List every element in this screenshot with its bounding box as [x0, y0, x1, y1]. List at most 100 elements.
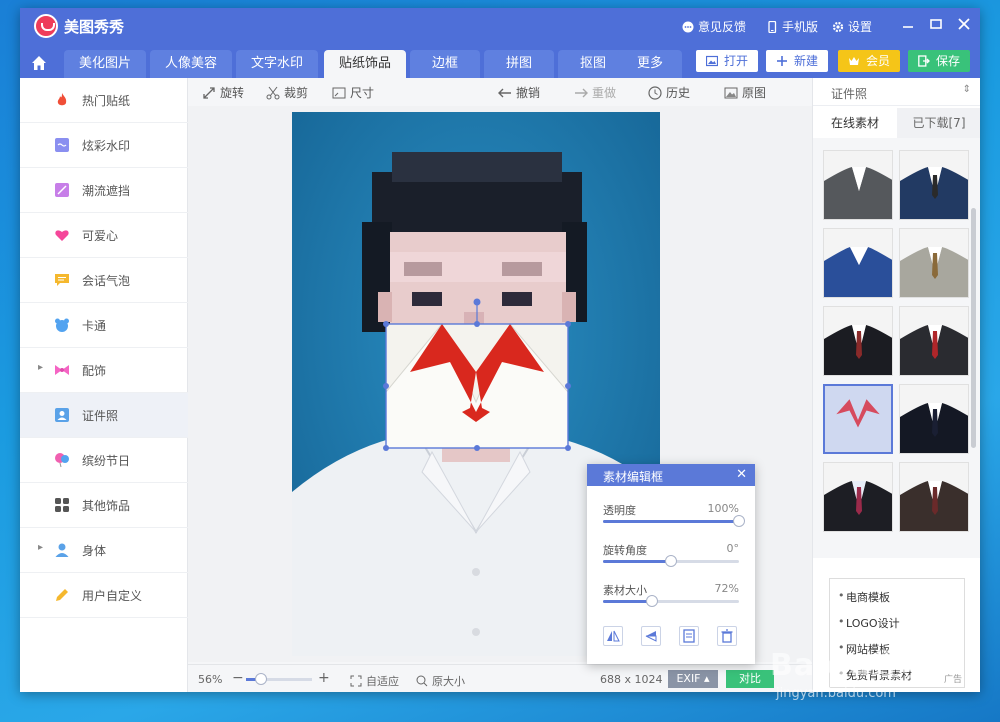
zoom-slider-knob[interactable]	[255, 673, 267, 685]
clock-icon	[648, 85, 662, 100]
sidebar-item-accessories[interactable]: ▸ 配饰	[20, 348, 188, 393]
rotate-handle-icon[interactable]	[473, 298, 481, 306]
open-label: 打开	[724, 54, 749, 68]
open-button[interactable]: 打开	[696, 50, 759, 72]
size-slider-knob[interactable]	[646, 595, 658, 607]
main-tabbar: 美化图片 人像美容 文字水印 贴纸饰品 边框 拼图 抠图 更多 打开 新建 会员…	[20, 44, 980, 78]
magnifier-icon	[416, 675, 428, 687]
zoom-in-button[interactable]: +	[318, 670, 330, 686]
sidebar-item-hot[interactable]: 热门贴纸	[20, 78, 188, 123]
undo-label: 撤销	[516, 86, 541, 100]
sidebar-label: 用户自定义	[82, 589, 143, 603]
maximize-button[interactable]	[924, 14, 948, 38]
sidebar-item-festival[interactable]: 缤纷节日	[20, 438, 188, 483]
plus-icon	[777, 56, 787, 66]
material-panel: 证件照 ⇕ 在线素材 已下载[7] • 电商模板 • LOGO设计 • 网站模板…	[812, 78, 980, 692]
sidebar-item-shade[interactable]: 潮流遮挡	[20, 168, 188, 213]
suit-thumbnail[interactable]	[899, 462, 969, 532]
maximize-icon	[930, 19, 942, 29]
zoom-out-button[interactable]: −	[232, 670, 244, 686]
save-button[interactable]: 保存	[908, 50, 971, 72]
tab-beautify[interactable]: 美化图片	[64, 50, 146, 78]
edit-panel-header[interactable]: 素材编辑框 ✕	[587, 464, 755, 486]
tab-more[interactable]: 更多	[618, 50, 682, 78]
edit-toolbar: 旋转 裁剪 尺寸 撤销 重做 历史 原图	[188, 78, 812, 106]
tab-border[interactable]: 边框	[410, 50, 480, 78]
tab-online-materials[interactable]: 在线素材	[813, 108, 897, 138]
edit-panel-close-icon[interactable]: ✕	[736, 467, 747, 482]
opacity-slider-knob[interactable]	[733, 515, 745, 527]
exif-button[interactable]: EXIF ▴	[668, 670, 718, 688]
app-title: 美图秀秀	[64, 18, 125, 36]
expand-arrow-icon[interactable]: ▸	[38, 362, 43, 373]
sidebar-item-heart[interactable]: 可爱心	[20, 213, 188, 258]
sidebar-item-idphoto[interactable]: 证件照	[20, 393, 188, 438]
fit-button[interactable]: 自适应	[350, 673, 399, 689]
minimize-button[interactable]	[896, 14, 920, 38]
sidebar-label: 卡通	[82, 319, 107, 333]
original-button[interactable]: 原图	[724, 84, 766, 101]
rotation-slider[interactable]	[603, 555, 739, 567]
vip-button[interactable]: 会员	[838, 50, 901, 72]
size-button[interactable]: 尺寸	[332, 84, 374, 101]
zoom-slider[interactable]	[246, 673, 312, 685]
flip-vertical-button[interactable]	[641, 626, 661, 646]
category-select[interactable]: 证件照 ⇕	[813, 78, 980, 106]
sidebar-label: 身体	[82, 544, 107, 558]
ad-link[interactable]: LOGO设计	[838, 615, 956, 631]
suit-grid-scrollbar[interactable]	[971, 208, 976, 448]
history-button[interactable]: 历史	[648, 84, 690, 101]
suit-thumbnail[interactable]	[899, 384, 969, 454]
tab-collage[interactable]: 拼图	[484, 50, 554, 78]
compare-button[interactable]: 对比	[726, 670, 774, 688]
suit-thumbnail[interactable]	[899, 228, 969, 298]
sidebar-label: 配饰	[82, 364, 107, 378]
tab-text-watermark[interactable]: 文字水印	[236, 50, 318, 78]
size-slider[interactable]	[603, 595, 739, 607]
new-button[interactable]: 新建	[766, 50, 829, 72]
baidu-watermark-url: jingyan.baidu.com	[776, 686, 896, 701]
close-button[interactable]	[952, 14, 976, 38]
sidebar-item-bubble[interactable]: 会话气泡	[20, 258, 188, 303]
original-label: 原图	[742, 86, 767, 100]
resize-icon	[332, 87, 346, 98]
sidebar-item-body[interactable]: ▸ 身体	[20, 528, 188, 573]
home-button[interactable]	[26, 50, 52, 76]
opacity-slider[interactable]	[603, 515, 745, 527]
undo-button[interactable]: 撤销	[498, 84, 540, 101]
settings-label: 设置	[848, 20, 873, 34]
watermark-icon	[55, 138, 69, 152]
flip-horizontal-button[interactable]	[603, 626, 623, 646]
tab-portrait[interactable]: 人像美容	[150, 50, 232, 78]
rotate-button[interactable]: 旋转	[202, 84, 244, 101]
ad-link[interactable]: 电商模板	[838, 589, 956, 605]
suit-thumbnail[interactable]	[899, 150, 969, 220]
delete-button[interactable]	[717, 626, 737, 646]
crop-button[interactable]: 裁剪	[266, 84, 308, 101]
fit-label: 自适应	[366, 675, 399, 688]
suit-thumbnail[interactable]	[823, 228, 893, 298]
mobile-link[interactable]: 手机版	[766, 18, 818, 35]
sidebar-item-custom[interactable]: 用户自定义	[20, 573, 188, 618]
home-icon	[32, 56, 46, 70]
suit-thumbnail[interactable]	[823, 462, 893, 532]
rotation-slider-knob[interactable]	[665, 555, 677, 567]
feedback-link[interactable]: 意见反馈	[682, 18, 746, 35]
sidebar-item-other[interactable]: 其他饰品	[20, 483, 188, 528]
person-icon	[55, 543, 69, 557]
actual-size-button[interactable]: 原大小	[416, 673, 465, 689]
redo-button[interactable]: 重做	[574, 84, 616, 101]
expand-arrow-icon[interactable]: ▸	[38, 542, 43, 553]
suit-thumbnail[interactable]	[823, 306, 893, 376]
sidebar-item-cartoon[interactable]: 卡通	[20, 303, 188, 348]
layer-button[interactable]	[679, 626, 699, 646]
settings-link[interactable]: 设置	[832, 18, 872, 35]
sidebar-label: 可爱心	[82, 229, 119, 243]
suit-thumbnail[interactable]	[899, 306, 969, 376]
tab-stickers[interactable]: 贴纸饰品	[324, 50, 406, 78]
sidebar-item-watermark[interactable]: 炫彩水印	[20, 123, 188, 168]
tab-downloaded[interactable]: 已下载[7]	[897, 108, 980, 138]
suit-thumbnail-selected[interactable]	[823, 384, 893, 454]
size-control: 素材大小 72%	[603, 582, 739, 607]
suit-thumbnail[interactable]	[823, 150, 893, 220]
